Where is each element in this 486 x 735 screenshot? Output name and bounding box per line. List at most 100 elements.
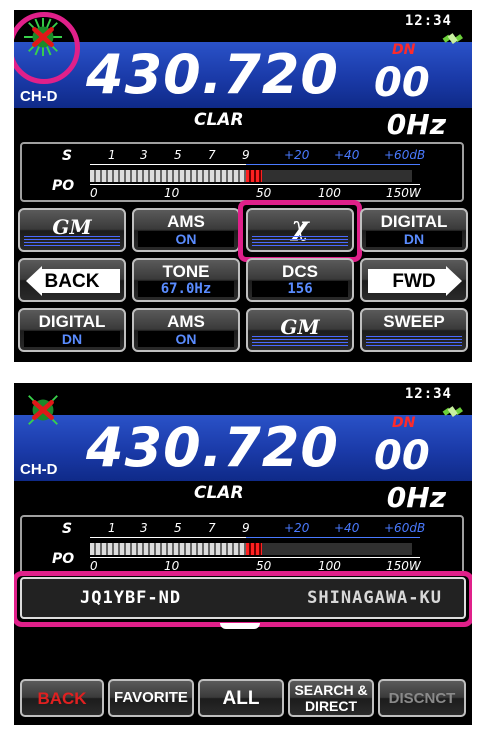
s-plus-tick: +20: [284, 521, 310, 535]
s-plus-tick: +60dB: [384, 148, 426, 162]
radio-screen-main: 12:34 430.720 DN 00 CH-D CLAR 0Hz S PO 1…: [14, 10, 472, 362]
po-tick: 150W: [386, 186, 421, 200]
disconnect-button[interactable]: DISCNCT: [378, 679, 466, 717]
meter-bar-level: [90, 543, 246, 555]
meter-bar-background: [262, 170, 412, 182]
meter-po-label: PO: [52, 178, 75, 194]
s-plus-scale-line: [246, 164, 420, 165]
frequency-sub-digits: 00: [374, 60, 430, 106]
satellite-icon: [442, 406, 463, 417]
fwd-button[interactable]: FWD: [360, 258, 468, 302]
digital-label: DIGITAL: [380, 212, 448, 231]
channel-label: CH-D: [20, 88, 58, 105]
s-tick: 9: [242, 148, 250, 162]
s-tick: 1: [108, 521, 116, 535]
back-button[interactable]: BACK: [18, 258, 126, 302]
s-plus-tick: +20: [284, 148, 310, 162]
sweep-label: SWEEP: [383, 312, 445, 331]
digital-value: DN: [366, 231, 462, 247]
channel-label: CH-D: [20, 461, 58, 478]
clar-offset: 0Hz: [386, 481, 446, 514]
fwd-label: FWD: [392, 271, 436, 292]
po-tick: 10: [164, 186, 180, 200]
s-po-meter: S PO 1 3 5 7 9 +20 +40 +60dB 0 10 50 100…: [20, 515, 464, 575]
meter-s-label: S: [62, 148, 73, 164]
ams-label: AMS: [167, 312, 205, 331]
meter-s-label: S: [62, 521, 73, 537]
search-direct-button[interactable]: SEARCH & DIRECT: [288, 679, 374, 717]
search-direct-label-2: DIRECT: [304, 698, 358, 714]
po-tick: 50: [256, 186, 272, 200]
ams-value: ON: [138, 331, 234, 347]
s-tick: 5: [174, 148, 182, 162]
s-plus-tick: +60dB: [384, 521, 426, 535]
back-label: BACK: [44, 271, 100, 292]
radio-screen-wires-x: 12:34 430.720 DN 00 CH-D CLAR 0Hz S PO 1…: [14, 383, 472, 725]
tone-button[interactable]: TONE 67.0Hz: [132, 258, 240, 302]
digital-mode-value: DN: [24, 331, 120, 347]
ams-button-2[interactable]: AMS ON: [132, 308, 240, 352]
button-stripes: [24, 236, 120, 246]
clar-offset: 0Hz: [386, 108, 446, 141]
function-key-row: BACK FAVORITE ALL SEARCH & DIRECT DISCNC…: [20, 679, 466, 719]
ams-button[interactable]: AMS ON: [132, 208, 240, 252]
ams-value: ON: [138, 231, 234, 247]
favorite-label: FAVORITE: [114, 689, 188, 706]
meter-bar-level: [90, 170, 246, 182]
frequency-display[interactable]: 430.720: [86, 42, 339, 108]
frequency-display[interactable]: 430.720: [86, 415, 339, 481]
meter-bar-background: [262, 543, 412, 555]
clar-label: CLAR: [194, 483, 244, 503]
meter-bar-peak: [246, 170, 262, 182]
clar-label: CLAR: [194, 110, 244, 130]
panel-tab-indicator: [220, 623, 260, 629]
button-stripes: [252, 336, 348, 346]
digital-mode-button[interactable]: DIGITAL DN: [18, 308, 126, 352]
dcs-label: DCS: [282, 262, 318, 281]
po-scale-line: [90, 557, 420, 558]
po-scale-line: [90, 184, 420, 185]
ams-label: AMS: [167, 212, 205, 231]
wires-x-icon[interactable]: [24, 391, 62, 429]
all-label: ALL: [222, 688, 260, 709]
digital-button[interactable]: DIGITAL DN: [360, 208, 468, 252]
button-stripes: [366, 336, 462, 346]
po-tick: 0: [90, 186, 98, 200]
s-plus-scale-line: [246, 537, 420, 538]
dcs-button[interactable]: DCS 156: [246, 258, 354, 302]
s-tick: 1: [108, 148, 116, 162]
digital-mode-label: DIGITAL: [38, 312, 106, 331]
sweep-button[interactable]: SWEEP: [360, 308, 468, 352]
status-bar: 12:34: [14, 383, 472, 403]
s-plus-tick: +40: [334, 521, 360, 535]
s-tick: 3: [140, 148, 148, 162]
s-tick: 9: [242, 521, 250, 535]
po-tick: 100: [318, 186, 341, 200]
s-tick: 7: [208, 148, 216, 162]
back-label: BACK: [37, 689, 87, 708]
tone-label: TONE: [162, 262, 210, 281]
all-button[interactable]: ALL: [198, 679, 284, 717]
search-direct-label-1: SEARCH &: [294, 682, 368, 698]
s-plus-tick: +40: [334, 148, 360, 162]
s-po-meter: S PO 1 3 5 7 9 +20 +40 +60dB 0 10 50 100…: [20, 142, 464, 202]
disconnect-label: DISCNCT: [388, 690, 456, 707]
highlight-rect: [238, 200, 362, 262]
favorite-button[interactable]: FAVORITE: [108, 679, 194, 717]
dcs-value: 156: [252, 281, 348, 297]
frequency-sub-digits: 00: [374, 433, 430, 479]
s-tick: 5: [174, 521, 182, 535]
highlight-rect: [14, 571, 472, 627]
s-tick: 3: [140, 521, 148, 535]
meter-po-label: PO: [52, 551, 75, 567]
gm-button-2[interactable]: GM: [246, 308, 354, 352]
s-tick: 7: [208, 521, 216, 535]
satellite-icon: [442, 33, 463, 44]
tone-value: 67.0Hz: [138, 281, 234, 297]
clock: 12:34: [404, 386, 452, 402]
meter-bar-peak: [246, 543, 262, 555]
gm-button[interactable]: GM: [18, 208, 126, 252]
status-bar: 12:34: [14, 10, 472, 30]
clock: 12:34: [404, 13, 452, 29]
back-button[interactable]: BACK: [20, 679, 104, 717]
